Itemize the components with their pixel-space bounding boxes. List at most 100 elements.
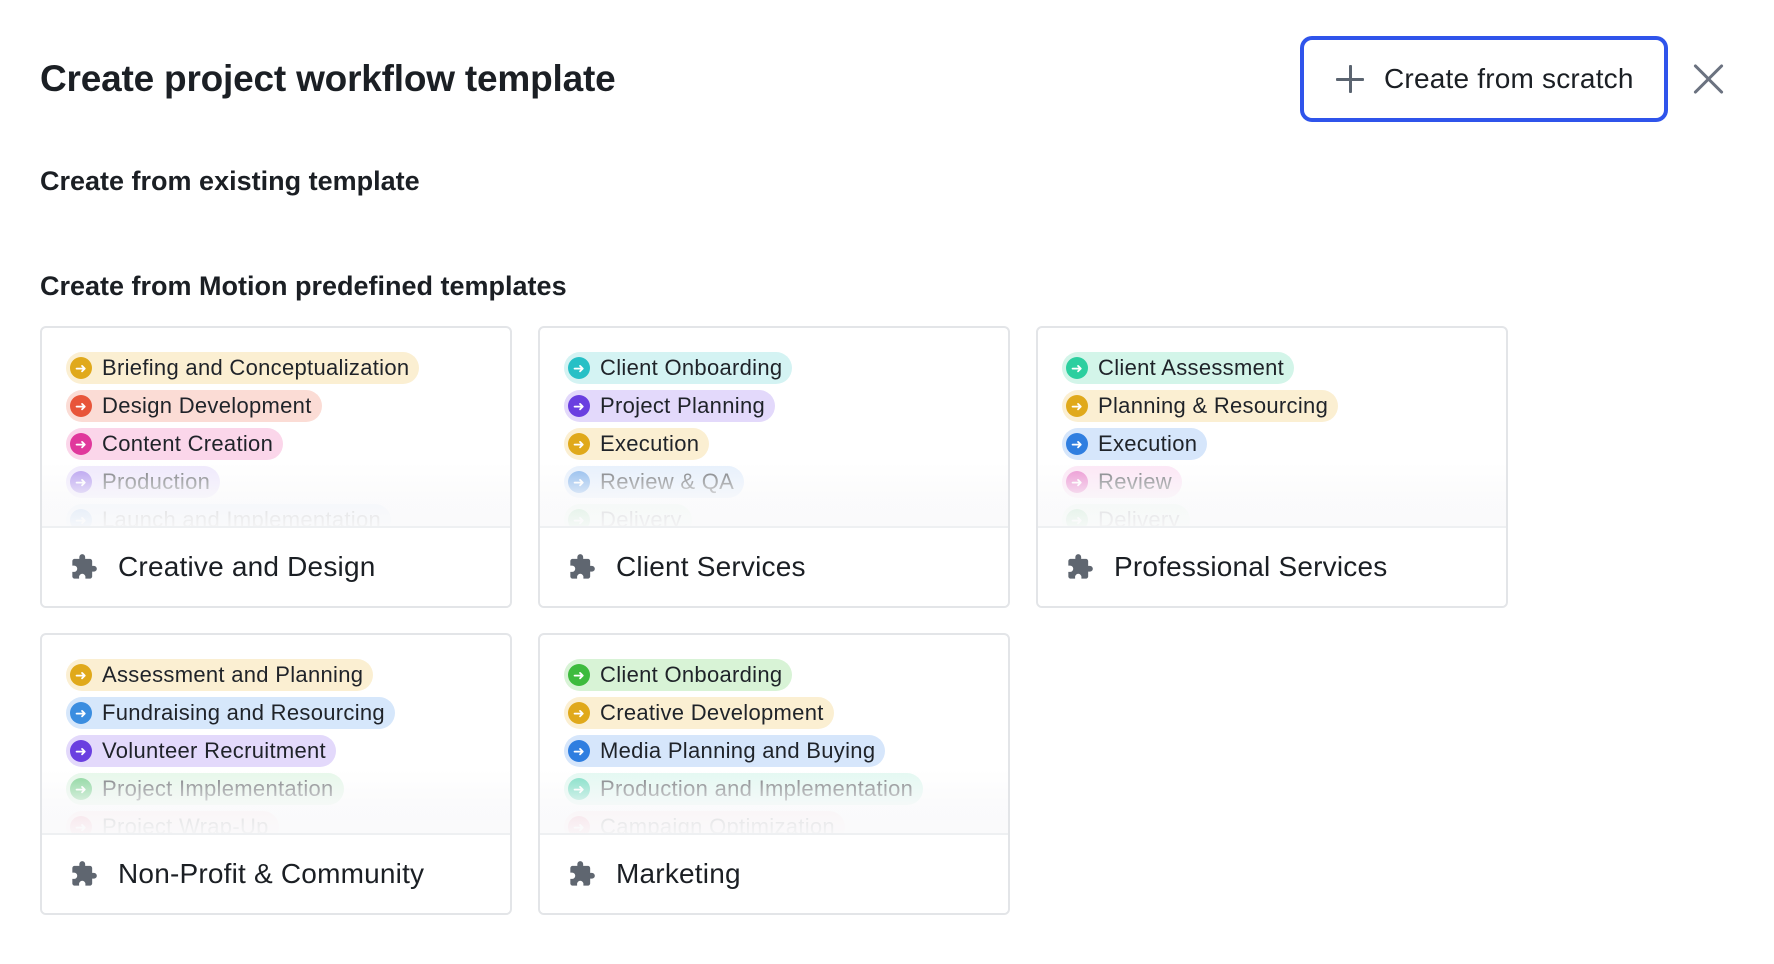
page-title: Create project workflow template [40,58,616,99]
stage-label: Briefing and Conceptualization [102,355,410,380]
stage-row: ➜ Production [66,466,510,504]
stage-label: Design Development [102,393,312,418]
stage-label: Creative Development [600,700,824,725]
stage-row: ➜ Execution [564,428,1008,466]
stage-row: ➜ Execution [1062,428,1506,466]
arrow-right-circle-icon: ➜ [568,664,590,686]
stage-pill: ➜ Design Development [66,390,322,422]
stage-pill: ➜ Planning & Resourcing [1062,390,1339,422]
template-card-name: Non-Profit & Community [118,858,425,889]
stage-row: ➜ Review [1062,466,1506,504]
stage-row: ➜ Production and Implementation [564,773,1008,811]
stage-pill: ➜ Creative Development [564,697,834,729]
arrow-right-circle-icon: ➜ [70,471,92,493]
template-card-footer: Marketing [540,833,1008,913]
template-card-non-profit[interactable]: ➜ Assessment and Planning ➜ Fundraising and… [40,633,512,915]
arrow-right-circle-icon: ➜ [568,816,590,833]
arrow-right-circle-icon: ➜ [1066,433,1088,455]
puzzle-piece-icon [570,554,595,579]
arrow-right-circle-icon: ➜ [568,778,590,800]
stage-label: Project Wrap-Up [102,814,269,833]
arrow-right-circle-icon: ➜ [568,702,590,724]
template-card-creative-design[interactable]: ➜ Briefing and Conceptualization ➜ Design D… [40,326,512,608]
stage-row: ➜ Media Planning and Buying [564,735,1008,773]
stage-pill: ➜ Delivery [1062,504,1190,526]
stage-label: Delivery [600,507,682,526]
stage-row: ➜ Content Creation [66,428,510,466]
stage-pill: ➜ Client Assessment [1062,352,1295,384]
create-from-scratch-label: Create from scratch [1384,63,1634,94]
arrow-right-circle-icon: ➜ [568,509,590,526]
stage-label: Fundraising and Resourcing [102,700,385,725]
stage-pill: ➜ Delivery [564,504,692,526]
template-card-professional-services[interactable]: ➜ Client Assessment ➜ Planning & Resourcing… [1036,326,1508,608]
stage-label: Campaign Optimization [600,814,835,833]
template-card-marketing[interactable]: ➜ Client Onboarding ➜ Creative Development ➜… [538,633,1010,915]
arrow-right-circle-icon: ➜ [568,471,590,493]
stage-row: ➜ Design Development [66,390,510,428]
stage-row: ➜ Client Onboarding [564,352,1008,390]
stage-pill: ➜ Review & QA [564,466,745,498]
arrow-right-circle-icon: ➜ [1066,509,1088,526]
template-card-name: Client Services [616,551,806,582]
stage-label: Execution [1098,431,1198,456]
arrow-right-circle-icon: ➜ [70,778,92,800]
create-from-scratch-button[interactable]: Create from scratch [1302,38,1666,120]
stage-row: ➜ Delivery [564,504,1008,526]
stage-label: Review & QA [600,469,735,494]
stage-pill: ➜ Review [1062,466,1182,498]
template-card-client-services[interactable]: ➜ Client Onboarding ➜ Project Planning ➜ Exec… [538,326,1010,608]
arrow-right-circle-icon: ➜ [568,357,590,379]
stage-label: Content Creation [102,431,274,456]
puzzle-piece-icon [570,861,595,886]
create-template-modal: Create project workflow template Create … [0,0,1774,964]
stage-pill: ➜ Execution [564,428,710,460]
arrow-right-circle-icon: ➜ [70,816,92,833]
stage-label: Assessment and Planning [102,662,364,687]
stage-label: Media Planning and Buying [600,738,876,763]
plus-icon [1336,65,1364,93]
stage-row: ➜ Fundraising and Resourcing [66,697,510,735]
puzzle-piece-icon [72,861,97,886]
stage-pill: ➜ Client Onboarding [564,352,793,384]
stage-row: ➜ Project Wrap-Up [66,811,510,833]
stage-pill: ➜ Campaign Optimization [564,811,845,833]
arrow-right-circle-icon: ➜ [1066,357,1088,379]
stage-label: Client Onboarding [600,355,783,380]
stage-pill: ➜ Execution [1062,428,1208,460]
arrow-right-circle-icon: ➜ [70,509,92,526]
close-icon[interactable] [1692,62,1726,96]
arrow-right-circle-icon: ➜ [568,740,590,762]
template-card-name: Creative and Design [118,551,376,582]
stage-pill: ➜ Launch and Implementation [66,504,392,526]
template-card-name: Professional Services [1114,551,1388,582]
stage-label: Planning & Resourcing [1098,393,1329,418]
stage-list: ➜ Client Onboarding ➜ Project Planning ➜ Exec… [540,328,1008,526]
arrow-right-circle-icon: ➜ [70,395,92,417]
stage-label: Volunteer Recruitment [102,738,326,763]
arrow-right-circle-icon: ➜ [70,664,92,686]
stage-label: Production [102,469,211,494]
stage-pill: ➜ Assessment and Planning [66,659,374,691]
stage-pill: ➜ Production [66,466,221,498]
stage-row: ➜ Review & QA [564,466,1008,504]
stage-label: Launch and Implementation [102,507,382,526]
stage-list: ➜ Assessment and Planning ➜ Fundraising and… [42,635,510,833]
stage-row: ➜ Assessment and Planning [66,659,510,697]
stage-pill: ➜ Project Implementation [66,773,344,805]
stage-row: ➜ Creative Development [564,697,1008,735]
arrow-right-circle-icon: ➜ [1066,395,1088,417]
stage-row: ➜ Briefing and Conceptualization [66,352,510,390]
template-card-footer: Creative and Design [42,526,510,606]
stage-pill: ➜ Production and Implementation [564,773,924,805]
arrow-right-circle-icon: ➜ [70,740,92,762]
existing-template-heading: Create from existing template [40,166,420,196]
stage-row: ➜ Campaign Optimization [564,811,1008,833]
stage-list: ➜ Client Assessment ➜ Planning & Resourcing… [1038,328,1506,526]
stage-label: Production and Implementation [600,776,914,801]
stage-pill: ➜ Content Creation [66,428,284,460]
stage-label: Execution [600,431,700,456]
template-card-footer: Non-Profit & Community [42,833,510,913]
stage-row: ➜ Launch and Implementation [66,504,510,526]
template-card-footer: Professional Services [1038,526,1506,606]
